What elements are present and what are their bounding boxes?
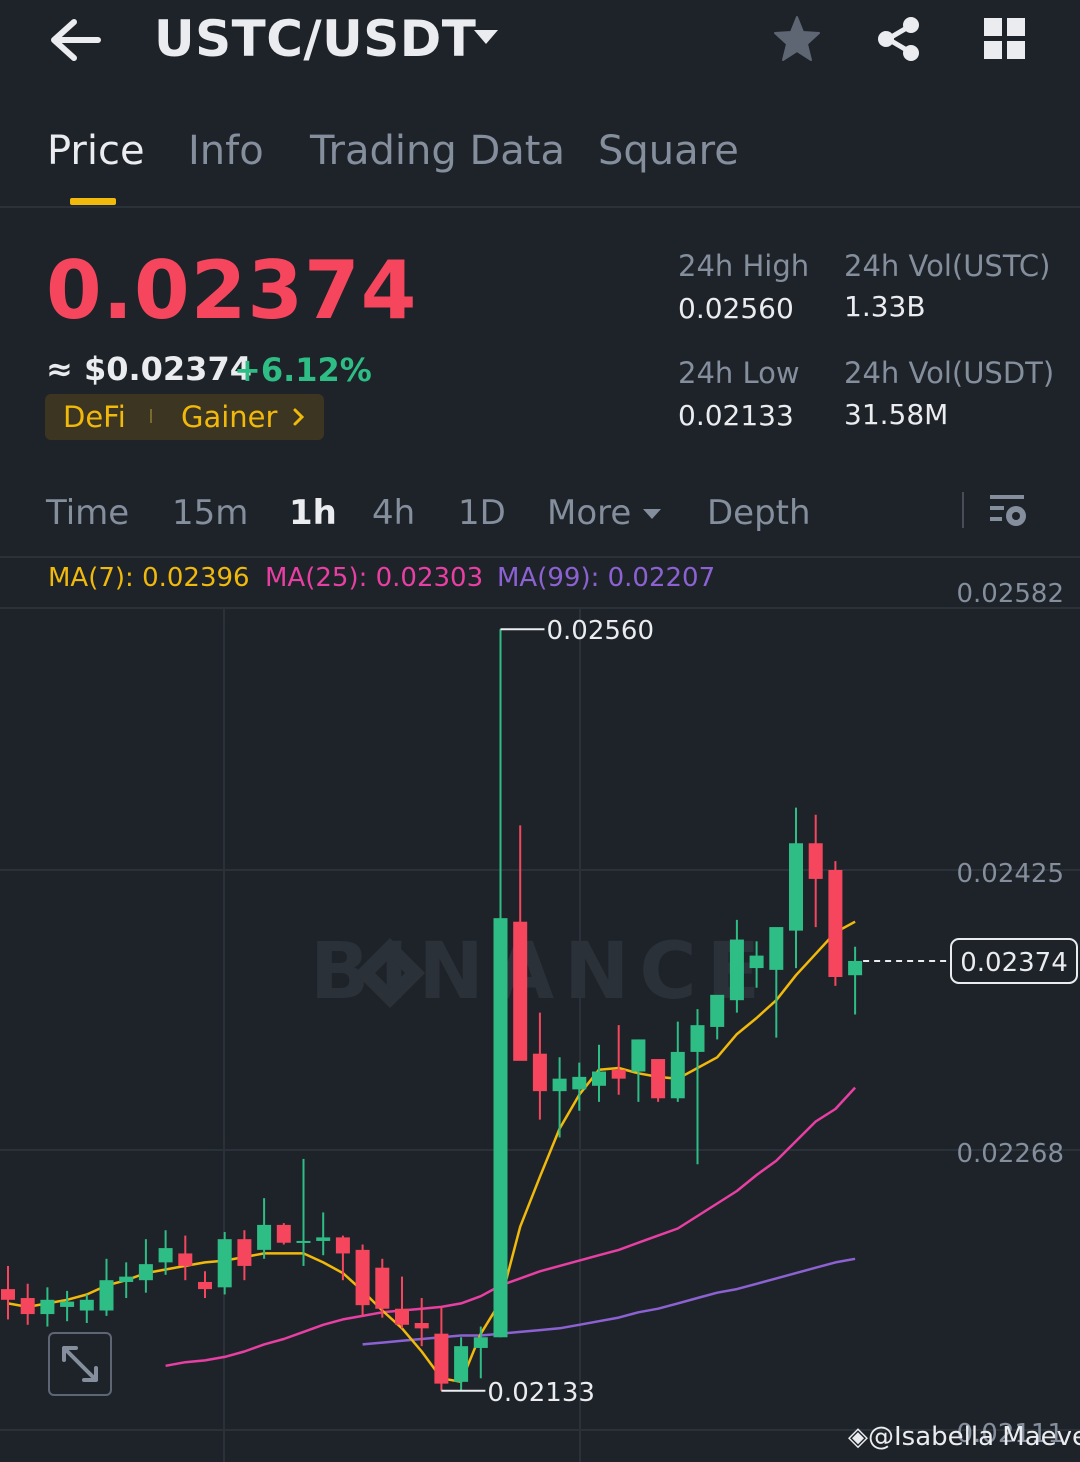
expand-icon <box>62 1346 98 1382</box>
candle-body <box>690 1025 705 1052</box>
candle-body <box>611 1069 626 1079</box>
candle-body <box>60 1301 75 1307</box>
tab-square[interactable]: Square <box>598 128 739 174</box>
binance-watermark: BINANCE <box>310 927 770 1017</box>
interval-more[interactable]: More <box>547 493 631 533</box>
candle-body <box>454 1346 469 1382</box>
candle-body <box>119 1276 134 1282</box>
candle-body <box>20 1298 35 1315</box>
divider <box>962 492 964 528</box>
high-value: 0.02560 <box>678 292 794 325</box>
candle-body <box>316 1237 331 1241</box>
candle-body <box>670 1051 685 1099</box>
caret-down-icon[interactable] <box>642 505 662 519</box>
candle-body <box>493 918 508 1338</box>
candle-body <box>473 1337 488 1348</box>
candle-body <box>532 1053 547 1092</box>
candle-body <box>79 1299 94 1311</box>
tabs-divider <box>0 206 1080 208</box>
candle-body <box>572 1076 587 1090</box>
candlestick-chart[interactable]: 0.025820.024250.022680.02111BINANCE0.025… <box>0 558 1080 1462</box>
candle-body <box>355 1249 370 1306</box>
candle-body <box>651 1059 666 1099</box>
tag-defi[interactable]: DeFi <box>63 400 126 434</box>
interval-time[interactable]: Time <box>46 493 129 533</box>
interval-depth[interactable]: Depth <box>707 493 811 533</box>
candle-body <box>138 1264 153 1281</box>
candle-body <box>217 1239 232 1288</box>
credit-watermark: ◈@Isabella Maeve <box>848 1422 1080 1452</box>
candle-body <box>276 1224 291 1243</box>
candle-body <box>434 1333 449 1384</box>
candle-body <box>1 1289 15 1300</box>
tag-separator <box>150 409 152 423</box>
candle-body <box>40 1299 55 1315</box>
diamond-logo-icon: ◈ <box>848 1422 868 1452</box>
interval-4h[interactable]: 4h <box>372 493 415 533</box>
candle-body <box>749 955 764 969</box>
high-label: 24h High <box>678 249 810 283</box>
candle-body <box>375 1267 390 1309</box>
candle-body <box>414 1322 429 1329</box>
candle-body <box>395 1308 409 1325</box>
candle-body <box>808 843 823 879</box>
interval-1h[interactable]: 1h <box>289 493 337 533</box>
low-label: 24h Low <box>678 356 800 390</box>
fullscreen-button[interactable] <box>48 1332 112 1396</box>
candle-body <box>631 1039 646 1072</box>
low-value: 0.02133 <box>678 399 794 432</box>
interval-1d[interactable]: 1D <box>458 493 506 533</box>
current-price-label: 0.02374 <box>960 948 1068 978</box>
back-arrow-icon[interactable] <box>48 14 104 66</box>
candle-body <box>335 1237 350 1254</box>
active-tab-indicator <box>70 198 116 205</box>
share-icon[interactable] <box>874 14 924 64</box>
tag-chips[interactable]: DeFi Gainer <box>45 394 324 440</box>
candle-body <box>789 843 803 931</box>
low-marker-label: 0.02133 <box>487 1378 595 1408</box>
high-marker-label: 0.02560 <box>547 616 655 646</box>
chart-settings-icon[interactable] <box>988 492 1028 530</box>
y-tick-label: 0.02582 <box>956 579 1064 609</box>
candle-body <box>198 1281 212 1290</box>
candle-body <box>769 927 784 970</box>
ma99-line <box>362 1257 856 1346</box>
vol-base-label: 24h Vol(USTC) <box>844 249 1051 283</box>
star-icon[interactable] <box>772 14 822 64</box>
tag-gainer[interactable]: Gainer <box>181 400 277 434</box>
last-price: 0.02374 <box>46 244 418 337</box>
tab-info[interactable]: Info <box>188 128 264 174</box>
interval-15m[interactable]: 15m <box>172 493 248 533</box>
tab-price[interactable]: Price <box>47 128 145 174</box>
pair-title[interactable]: USTC/USDT <box>154 10 476 68</box>
caret-down-icon[interactable] <box>470 26 502 50</box>
candle-body <box>257 1224 272 1250</box>
candle-body <box>848 960 863 976</box>
candle-body <box>237 1239 252 1266</box>
y-tick-label: 0.02268 <box>956 1139 1064 1169</box>
change-percent: +6.12% <box>234 351 372 389</box>
candle-body <box>99 1280 114 1311</box>
candle-body <box>178 1253 193 1266</box>
vol-quote-value: 31.58M <box>844 398 949 431</box>
candle-body <box>592 1071 606 1086</box>
candle-body <box>513 921 528 1061</box>
candle-body <box>828 870 843 978</box>
candle-body <box>158 1248 173 1263</box>
grid-icon[interactable] <box>982 16 1028 62</box>
chevron-right-icon[interactable] <box>292 407 306 427</box>
candle-body <box>296 1240 311 1243</box>
credit-text: @Isabella Maeve <box>868 1422 1080 1452</box>
candle-body <box>710 994 725 1027</box>
vol-quote-label: 24h Vol(USDT) <box>844 356 1055 390</box>
candle-body <box>552 1078 567 1092</box>
usd-price: ≈ $0.02374 <box>46 350 252 388</box>
candle-body <box>729 939 744 1001</box>
vol-base-value: 1.33B <box>844 290 926 323</box>
y-tick-label: 0.02425 <box>956 859 1064 889</box>
tab-trading-data[interactable]: Trading Data <box>310 128 565 174</box>
